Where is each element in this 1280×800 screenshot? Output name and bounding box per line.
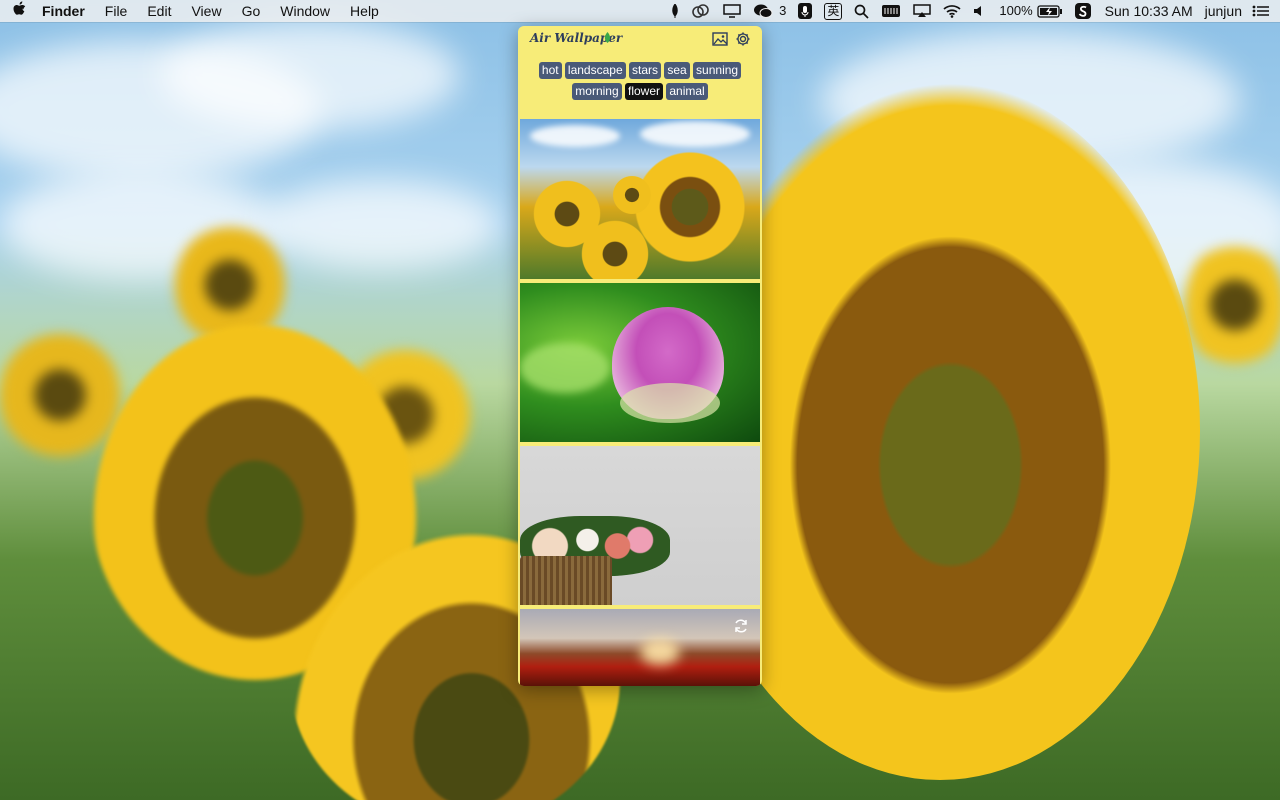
user-name[interactable]: junjun bbox=[1201, 0, 1246, 22]
airplay-icon[interactable] bbox=[907, 4, 937, 18]
wallpaper-thumbnail-sunflowers[interactable] bbox=[520, 119, 760, 279]
panel-titlebar: Air Wallpaper bbox=[518, 26, 762, 50]
refresh-icon[interactable] bbox=[732, 617, 750, 635]
keyboard-icon[interactable] bbox=[875, 4, 907, 18]
tag-sea[interactable]: sea bbox=[664, 62, 690, 79]
script-app-icon[interactable] bbox=[1069, 3, 1097, 19]
tag-landscape[interactable]: landscape bbox=[564, 62, 626, 79]
tag-morning[interactable]: morning bbox=[572, 83, 622, 100]
menu-window[interactable]: Window bbox=[270, 0, 340, 22]
creative-cloud-icon[interactable] bbox=[685, 4, 717, 18]
tag-animal[interactable]: animal bbox=[666, 83, 708, 100]
wechat-icon[interactable]: 3 bbox=[747, 0, 792, 22]
wallpaper-thumbnail-lotus[interactable] bbox=[520, 283, 760, 442]
battery-icon bbox=[1037, 4, 1062, 18]
wallpaper-thumbnail-bouquet[interactable] bbox=[520, 446, 760, 605]
settings-icon[interactable] bbox=[735, 31, 751, 47]
menu-help[interactable]: Help bbox=[340, 0, 389, 22]
tag-sunning[interactable]: sunning bbox=[693, 62, 742, 79]
list-icon[interactable] bbox=[1246, 4, 1280, 18]
wechat-badge: 3 bbox=[779, 3, 787, 18]
leaf-logo-icon bbox=[604, 31, 611, 49]
menu-file[interactable]: File bbox=[95, 0, 138, 22]
menu-go[interactable]: Go bbox=[232, 0, 271, 22]
menu-edit[interactable]: Edit bbox=[137, 0, 181, 22]
search-icon[interactable] bbox=[848, 4, 875, 19]
wifi-icon[interactable] bbox=[937, 4, 967, 18]
tag-stars[interactable]: stars bbox=[628, 62, 661, 79]
battery-status[interactable]: 100% bbox=[993, 0, 1068, 22]
menu-bar: Finder File Edit View Go Window Help 3 英 bbox=[0, 0, 1280, 22]
leaf-icon[interactable] bbox=[665, 4, 685, 18]
menu-app-name[interactable]: Finder bbox=[38, 0, 95, 22]
display-icon[interactable] bbox=[717, 4, 747, 18]
gallery-icon[interactable] bbox=[712, 31, 728, 47]
volume-icon[interactable] bbox=[967, 4, 993, 18]
tag-flower[interactable]: flower bbox=[624, 83, 663, 100]
menu-view[interactable]: View bbox=[181, 0, 231, 22]
air-wallpaper-panel: Air Wallpaper hot landscape stars sea su… bbox=[518, 26, 762, 686]
tag-hot[interactable]: hot bbox=[538, 62, 562, 79]
battery-percent: 100% bbox=[999, 3, 1033, 18]
input-method-indicator[interactable]: 英 bbox=[818, 2, 848, 20]
clock[interactable]: Sun 10:33 AM bbox=[1097, 0, 1201, 22]
apple-icon[interactable] bbox=[0, 1, 38, 21]
input-method-label: 英 bbox=[824, 2, 843, 20]
microphone-icon[interactable] bbox=[792, 3, 818, 19]
tag-list: hot landscape stars sea sunning morning … bbox=[518, 50, 762, 116]
wallpaper-thumbnail-poppies[interactable] bbox=[520, 609, 760, 686]
